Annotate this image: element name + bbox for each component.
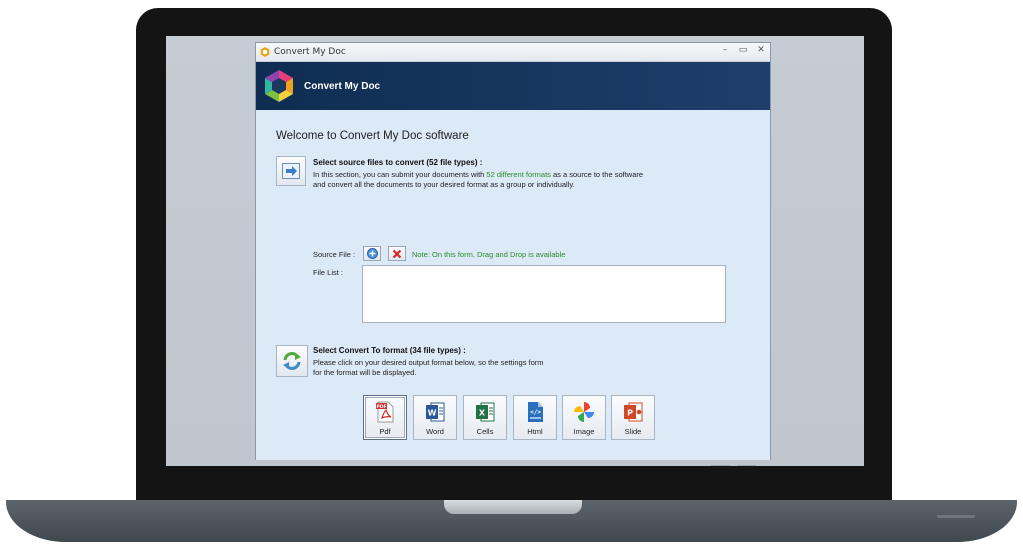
word-icon: W (426, 402, 445, 422)
format-button-html[interactable]: </> Html (513, 395, 557, 440)
source-section-icon (276, 156, 306, 186)
source-section-description: In this section, you can submit your doc… (313, 170, 643, 190)
pdf-icon: PDF (376, 401, 394, 423)
format-label: Word (426, 427, 444, 436)
laptop-vent (937, 515, 975, 518)
file-list-label: File List : (313, 268, 344, 277)
format-label: Image (573, 427, 595, 436)
formats-link: 52 different formats (486, 170, 551, 179)
welcome-heading: Welcome to Convert My Doc software (276, 130, 469, 142)
app-window: Convert My Doc – ▭ ✕ Convert My Doc Welc… (255, 42, 771, 466)
drag-drop-note: Note: On this form, Drag and Drop is ava… (412, 250, 566, 259)
title-bar[interactable]: Convert My Doc – ▭ ✕ (256, 43, 770, 62)
format-label: Cells (476, 427, 494, 436)
source-desc-part: In this section, you can submit your doc… (313, 170, 487, 179)
svg-text:W: W (428, 409, 437, 418)
source-desc-part: as a source to the software (550, 170, 644, 179)
file-list-box[interactable] (362, 265, 726, 323)
format-label: Html (527, 427, 543, 436)
format-button-slide[interactable]: P Slide (611, 395, 655, 440)
info-button[interactable] (711, 465, 730, 466)
convert-section-heading: Select Convert To format (34 file types)… (313, 346, 466, 355)
banner-title: Convert My Doc (304, 80, 381, 92)
laptop-screen: Convert My Doc – ▭ ✕ Convert My Doc Welc… (166, 36, 864, 466)
format-label: Slide (624, 427, 642, 436)
format-button-image[interactable]: Image (562, 395, 606, 440)
convert-section-description: Please click on your desired output form… (313, 358, 544, 378)
add-file-button[interactable] (363, 246, 381, 261)
source-section-heading: Select source files to convert (52 file … (313, 158, 483, 167)
delete-icon (392, 249, 402, 258)
remove-file-button[interactable] (388, 246, 406, 261)
format-button-cells[interactable]: X Cells (463, 395, 507, 440)
add-icon (366, 248, 378, 259)
main-content: Welcome to Convert My Doc software Selec… (256, 110, 770, 466)
html-icon: </> (528, 402, 543, 422)
source-file-label: Source File : (313, 250, 356, 259)
laptop-notch (444, 500, 582, 514)
convert-desc-line1: Please click on your desired output form… (313, 358, 544, 367)
minimize-button[interactable]: – (720, 45, 730, 55)
svg-text:P: P (627, 409, 633, 418)
close-button[interactable]: ✕ (756, 45, 766, 55)
refresh-icon (283, 352, 301, 370)
exit-button[interactable] (737, 465, 756, 466)
powerpoint-icon: P (624, 402, 643, 422)
excel-icon: X (476, 402, 495, 422)
format-label: Pdf (379, 427, 391, 436)
convert-desc-line2: for the format will be displayed. (313, 368, 417, 377)
app-logo-icon (260, 47, 270, 57)
format-button-word[interactable]: W Word (413, 395, 457, 440)
svg-text:</>: </> (530, 409, 541, 416)
source-desc-line2: and convert all the documents to your de… (313, 180, 575, 189)
svg-text:X: X (479, 409, 486, 418)
convert-section-icon (276, 345, 308, 377)
header-banner: Convert My Doc (256, 62, 770, 110)
maximize-button[interactable]: ▭ (738, 45, 748, 55)
window-title: Convert My Doc (274, 47, 346, 57)
image-icon (574, 402, 594, 422)
arrow-right-icon (282, 163, 300, 179)
format-button-pdf[interactable]: PDF Pdf (363, 395, 407, 440)
app-logo-icon (265, 70, 293, 102)
svg-text:PDF: PDF (376, 404, 386, 410)
